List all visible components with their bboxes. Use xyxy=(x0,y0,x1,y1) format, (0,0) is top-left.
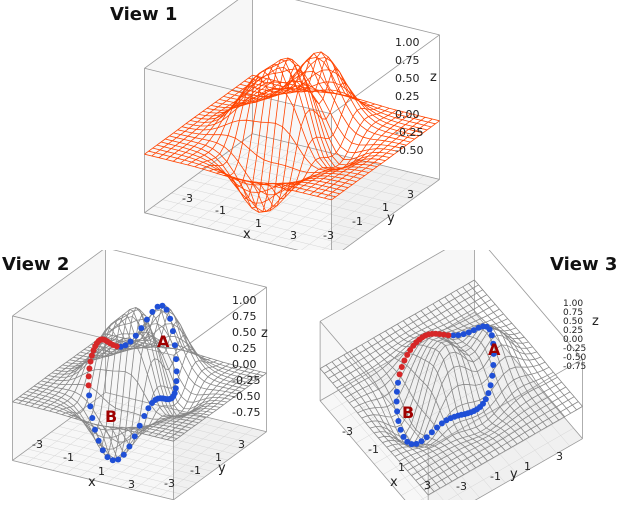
surface-view2 xyxy=(0,250,310,500)
surface-view3 xyxy=(310,250,624,500)
panel-view1: View 1 x y z -3 -1 1 3 -3 -1 1 3 -0.50 -… xyxy=(130,0,490,250)
surface-view1 xyxy=(130,0,490,250)
panel-view3: View 3 A B x y z -3 -1 1 3 -3 -1 1 3 -0.… xyxy=(310,250,624,500)
figure-stage: View 1 x y z -3 -1 1 3 -3 -1 1 3 -0.50 -… xyxy=(0,0,624,510)
panel-view2: View 2 A B x y z -3 -1 1 3 -3 -1 1 3 -0.… xyxy=(0,250,310,500)
